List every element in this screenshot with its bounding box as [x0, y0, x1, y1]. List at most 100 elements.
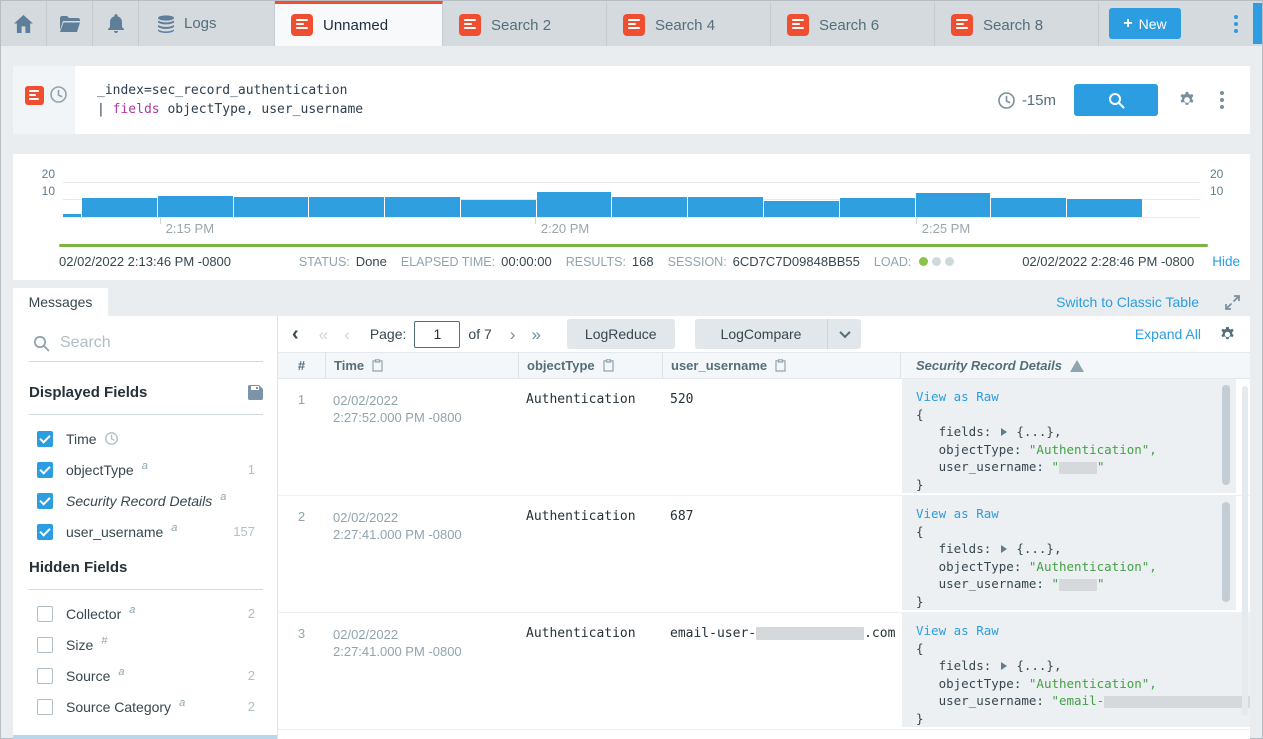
- field-count: 1: [248, 462, 263, 477]
- header-security-record-details[interactable]: Security Record Details: [900, 353, 1250, 378]
- checkbox-checked[interactable]: [37, 462, 53, 478]
- histogram-bars[interactable]: [63, 192, 1142, 217]
- logcompare-dropdown-button[interactable]: [827, 319, 861, 349]
- logcompare-button[interactable]: LogCompare: [695, 319, 828, 349]
- run-search-button[interactable]: [1074, 84, 1158, 116]
- prev-page-button[interactable]: ‹: [344, 326, 350, 343]
- checkbox-unchecked[interactable]: [37, 668, 53, 684]
- tab-search-2[interactable]: Search 2: [443, 1, 607, 46]
- query-settings-button[interactable]: [1178, 91, 1196, 109]
- header-user-username[interactable]: user_username: [662, 353, 900, 378]
- new-tab-button[interactable]: + New: [1109, 8, 1181, 39]
- clipboard-icon[interactable]: [372, 359, 383, 372]
- field-type: a: [129, 598, 135, 616]
- field-item-user-username[interactable]: user_username a 157: [29, 516, 263, 547]
- sidebar-horizontal-scrollbar[interactable]: [13, 735, 277, 739]
- histogram-bar[interactable]: [309, 197, 384, 217]
- time-range-selector[interactable]: -15m: [998, 92, 1056, 109]
- table-row[interactable]: 1 02/02/20222:27:52.000 PM -0800 Authent…: [278, 379, 1250, 496]
- tab-search-8[interactable]: Search 8: [935, 1, 1099, 46]
- histogram-bar[interactable]: [764, 201, 839, 217]
- header-objecttype[interactable]: objectType: [518, 353, 662, 378]
- view-as-raw-link[interactable]: View as Raw: [916, 506, 999, 521]
- histogram-bar[interactable]: [234, 197, 309, 217]
- histogram-bar[interactable]: [916, 193, 991, 217]
- logreduce-button[interactable]: LogReduce: [567, 319, 675, 349]
- page-number-input[interactable]: [414, 321, 460, 348]
- query-editor[interactable]: _index=sec_record_authentication | field…: [75, 66, 363, 134]
- checkbox-unchecked[interactable]: [37, 606, 53, 622]
- page-label: Page:: [370, 326, 407, 342]
- clipboard-icon[interactable]: [603, 359, 614, 372]
- tab-unnamed[interactable]: Unnamed: [275, 1, 443, 46]
- histogram-bar[interactable]: [461, 200, 536, 217]
- field-item-collector[interactable]: Collector a 2: [29, 598, 263, 629]
- histogram-bar[interactable]: [537, 192, 612, 217]
- table-settings-button[interactable]: [1219, 326, 1236, 343]
- tab-messages[interactable]: Messages: [13, 288, 108, 316]
- checkbox-unchecked[interactable]: [37, 637, 53, 653]
- histogram-bar[interactable]: [688, 197, 763, 217]
- checkbox-unchecked[interactable]: [37, 699, 53, 715]
- redacted-value: [1104, 696, 1250, 708]
- switch-to-classic-table-link[interactable]: Switch to Classic Table: [1056, 294, 1199, 310]
- home-tab[interactable]: [1, 1, 47, 46]
- histogram-bar[interactable]: [63, 214, 81, 217]
- notifications-tab[interactable]: [93, 1, 139, 46]
- library-tab[interactable]: [47, 1, 93, 46]
- hide-histogram-link[interactable]: Hide: [1212, 254, 1240, 269]
- time-range-value: -15m: [1022, 92, 1056, 109]
- displayed-fields-heading: Displayed Fields: [29, 384, 263, 401]
- table-row[interactable]: 2 02/02/20222:27:41.000 PM -0800 Authent…: [278, 496, 1250, 613]
- results-vertical-scrollbar[interactable]: [1242, 386, 1248, 716]
- field-search-input[interactable]: [60, 334, 230, 352]
- field-item-source-category[interactable]: Source Category a 2: [29, 691, 263, 722]
- redacted-value: [756, 627, 864, 640]
- field-item-security-record-details[interactable]: Security Record Details a: [29, 485, 263, 516]
- view-as-raw-link[interactable]: View as Raw: [916, 389, 999, 404]
- next-page-button[interactable]: ›: [510, 326, 516, 343]
- collapse-sidebar-chevron[interactable]: ‹: [286, 324, 305, 344]
- checkbox-checked[interactable]: [37, 493, 53, 509]
- query-more-menu[interactable]: [1216, 87, 1228, 113]
- histogram-bar[interactable]: [82, 198, 157, 217]
- histogram-plot: [63, 170, 1200, 218]
- expand-triangle-icon[interactable]: [1001, 428, 1007, 436]
- field-type: #: [101, 629, 107, 647]
- field-item-objecttype[interactable]: objectType a 1: [29, 454, 263, 485]
- histogram-bar[interactable]: [158, 196, 233, 217]
- histogram-bar[interactable]: [1067, 199, 1142, 217]
- histogram-bar[interactable]: [612, 197, 687, 217]
- expand-all-link[interactable]: Expand All: [1135, 326, 1201, 342]
- expand-triangle-icon[interactable]: [1001, 545, 1007, 553]
- last-page-button[interactable]: »: [531, 326, 540, 343]
- details-scrollbar[interactable]: [1222, 385, 1230, 485]
- expand-triangle-icon[interactable]: [1001, 662, 1007, 670]
- field-item-size[interactable]: Size #: [29, 629, 263, 660]
- table-row[interactable]: 3 02/02/20222:27:41.000 PM -0800 Authent…: [278, 613, 1250, 730]
- fullscreen-expand-icon[interactable]: [1225, 295, 1240, 310]
- tab-search-4[interactable]: Search 4: [607, 1, 771, 46]
- view-as-raw-link[interactable]: View as Raw: [916, 623, 999, 638]
- histogram-bar[interactable]: [991, 198, 1066, 217]
- header-time[interactable]: Time: [325, 353, 518, 378]
- clipboard-icon[interactable]: [775, 359, 786, 372]
- tab-bar-scroll-handle[interactable]: [1253, 3, 1262, 44]
- checkbox-checked[interactable]: [37, 431, 53, 447]
- field-item-time[interactable]: Time: [29, 423, 263, 454]
- details-scrollbar[interactable]: [1222, 502, 1230, 602]
- first-page-button[interactable]: «: [319, 326, 328, 343]
- history-clock-icon[interactable]: [50, 86, 67, 103]
- histogram-bar[interactable]: [840, 198, 915, 217]
- field-item-source[interactable]: Source a 2: [29, 660, 263, 691]
- row-number: 3: [278, 613, 325, 729]
- tab-overflow-menu[interactable]: [1219, 1, 1253, 46]
- field-search[interactable]: [29, 330, 263, 362]
- histogram-bar[interactable]: [385, 197, 460, 217]
- checkbox-checked[interactable]: [37, 524, 53, 540]
- y-axis-right: 20 10: [1200, 170, 1250, 218]
- tab-search-6[interactable]: Search 6: [771, 1, 935, 46]
- header-num: #: [278, 358, 325, 373]
- tab-logs[interactable]: Logs: [139, 1, 275, 46]
- save-fields-icon[interactable]: [248, 385, 263, 400]
